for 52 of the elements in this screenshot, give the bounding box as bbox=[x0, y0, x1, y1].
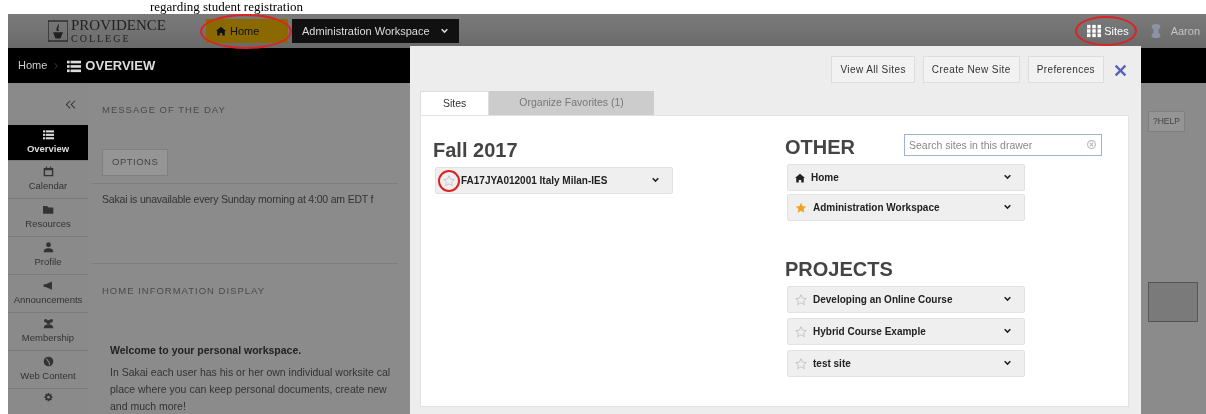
logo-subtext: COLLEGE bbox=[71, 33, 132, 44]
term-heading: Fall 2017 bbox=[433, 138, 519, 162]
site-item[interactable]: FA17JYA012001 Italy Milan-IES bbox=[435, 167, 673, 194]
panel-box bbox=[1148, 281, 1198, 322]
collapse-icon bbox=[65, 98, 76, 110]
site-item[interactable]: Developing an Online Course bbox=[787, 286, 1025, 313]
person-icon bbox=[42, 241, 54, 253]
calendar-icon bbox=[42, 165, 54, 177]
site-item[interactable]: Home bbox=[787, 164, 1025, 191]
section-heading: OTHER bbox=[785, 135, 855, 159]
section-title: MESSAGE OF THE DAY bbox=[102, 103, 227, 117]
section-title: HOME INFORMATION DISPLAY bbox=[102, 284, 266, 299]
close-icon bbox=[1114, 64, 1127, 78]
site-tab[interactable]: Home bbox=[206, 19, 288, 43]
chevron-down-icon bbox=[651, 176, 660, 185]
globe-icon bbox=[42, 355, 54, 367]
chevron-down-icon bbox=[1003, 295, 1012, 304]
message-text: Sakai is unavailable every Sunday morning at 4:00 am EDT f bbox=[102, 191, 375, 207]
grid-icon bbox=[1087, 24, 1102, 38]
caret-icon bbox=[439, 26, 449, 36]
site-tab[interactable]: Administration Workspace bbox=[292, 19, 459, 43]
site-item[interactable]: test site bbox=[787, 350, 1025, 377]
chevron-down-icon bbox=[1003, 327, 1012, 336]
list-icon bbox=[42, 128, 54, 140]
home-icon bbox=[216, 26, 226, 36]
home-icon bbox=[795, 172, 805, 183]
folder-icon bbox=[42, 203, 54, 215]
settings-icon bbox=[42, 393, 54, 404]
caption-text: regarding student registration bbox=[149, 0, 305, 14]
breadcrumb-link[interactable]: Home bbox=[18, 57, 48, 74]
chevron-down-icon bbox=[1003, 203, 1012, 212]
welcome-paragraph: In Sakai each user has his or her own individual worksite cal place where you can keep personal documents, create new and much more! bbox=[110, 365, 392, 414]
breadcrumb-current: OVERVIEW bbox=[66, 55, 156, 76]
logo-text: PROVIDENCE bbox=[71, 18, 166, 33]
group-icon bbox=[42, 317, 54, 329]
sites-button[interactable]: Sites bbox=[1087, 22, 1129, 40]
drawer-button[interactable]: View All Sites bbox=[831, 56, 915, 83]
annotation-circle bbox=[438, 169, 460, 192]
site-item[interactable]: Administration Workspace bbox=[787, 194, 1025, 221]
chevron-down-icon bbox=[1003, 359, 1012, 368]
chevron-down-icon bbox=[1003, 173, 1012, 182]
list-icon bbox=[66, 58, 83, 73]
site-item[interactable]: Hybrid Course Example bbox=[787, 318, 1025, 345]
drawer-tab[interactable]: Sites bbox=[420, 91, 490, 115]
drawer-button[interactable]: Create New Site bbox=[922, 56, 1020, 83]
search-field[interactable]: Search sites in this drawer bbox=[904, 134, 1102, 156]
sidebar-item[interactable]: Overview bbox=[8, 125, 88, 161]
welcome-heading: Welcome to your personal workspace. bbox=[110, 342, 303, 358]
section-heading: PROJECTS bbox=[785, 257, 894, 281]
megaphone-icon bbox=[42, 279, 54, 291]
clear-icon bbox=[1087, 140, 1096, 149]
drawer-button[interactable]: Preferences bbox=[1027, 56, 1104, 83]
